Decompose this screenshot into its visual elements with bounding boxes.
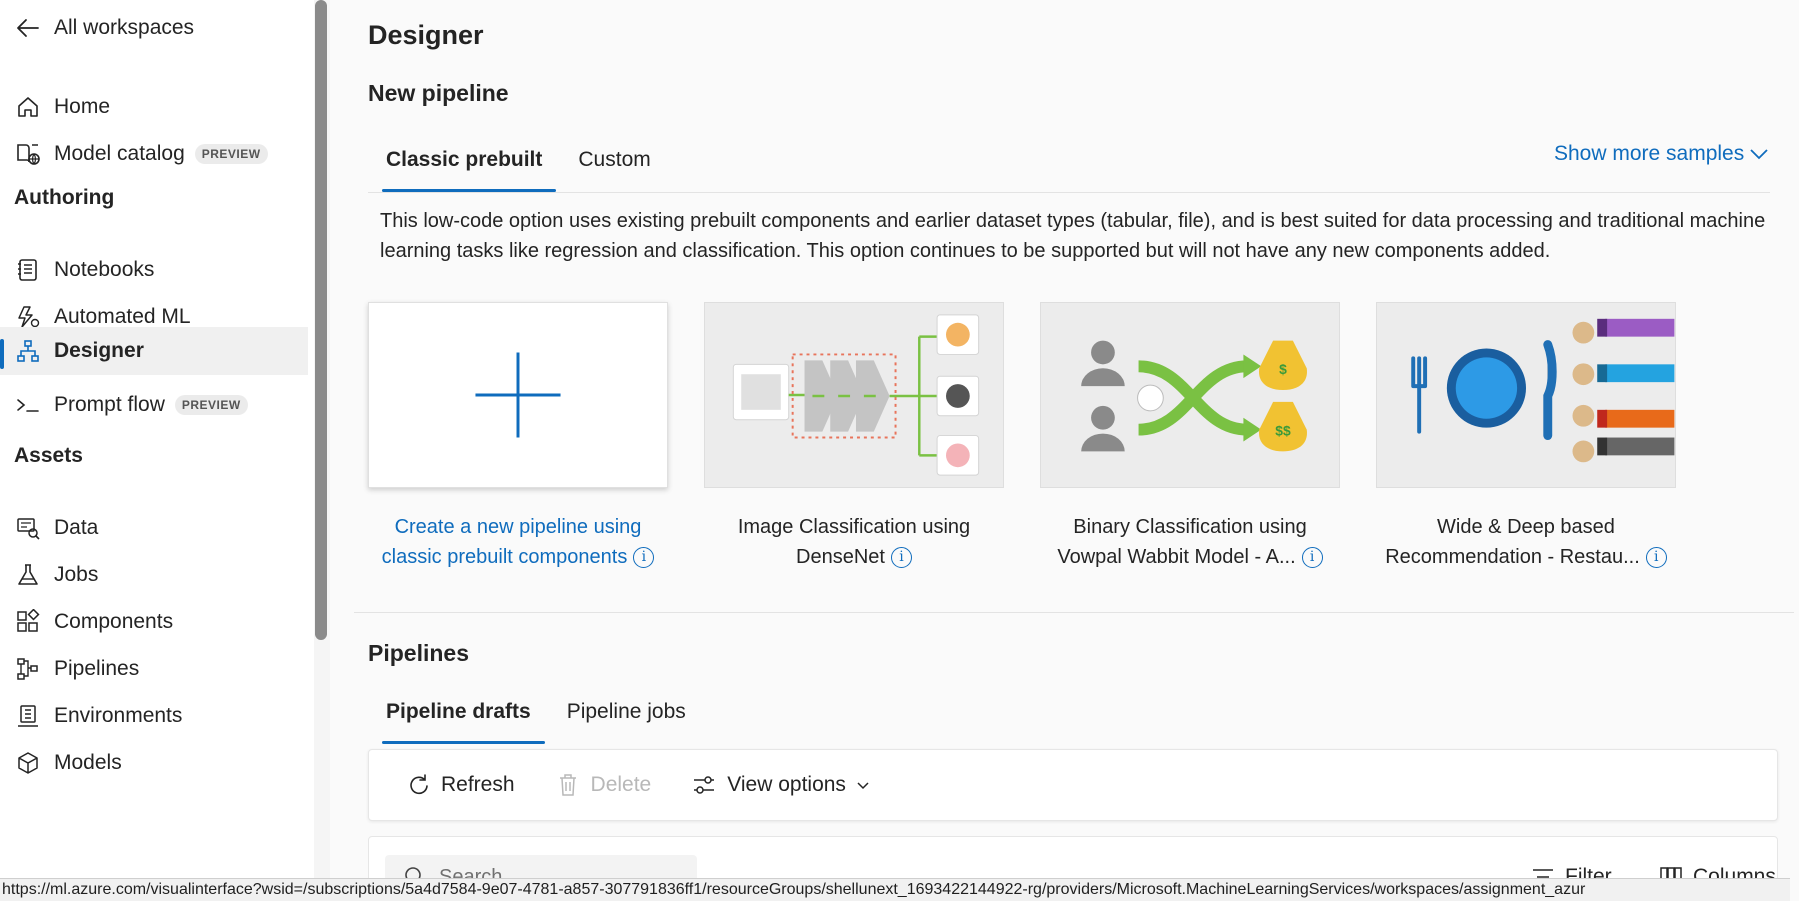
card-caption-line: DenseNet [796,546,885,568]
all-workspaces-link[interactable]: All workspaces [14,14,194,42]
sample-card-wide-deep[interactable] [1376,302,1676,488]
all-workspaces-label: All workspaces [54,16,195,39]
refresh-label: Refresh [441,773,515,796]
components-icon [14,608,42,636]
tab-pipeline-jobs[interactable]: Pipeline jobs [549,692,704,744]
card-caption-line: Recommendation - Restau... [1385,546,1640,568]
sidebar-item-label: Jobs [54,563,99,586]
info-icon[interactable]: i [890,547,912,569]
wide-deep-caption: Wide & Deep based Recommendation - Resta… [1366,512,1686,572]
page-title: Designer [368,20,484,50]
show-more-label: Show more samples [1554,142,1745,165]
sidebar-item-components[interactable]: Components [0,595,308,649]
card-caption-line: classic prebuilt components [381,546,628,568]
binary-classification-caption: Binary Classification using Vowpal Wabbi… [1030,512,1350,572]
environment-icon [14,702,42,730]
sample-card-binary-classification[interactable]: $ $$ [1040,302,1340,488]
sidebar-item-jobs[interactable]: Jobs [0,548,308,602]
sidebar-item-label: Model catalog [54,142,185,165]
preview-badge: PREVIEW [174,395,248,415]
section-authoring: Authoring [14,186,115,209]
refresh-icon [410,774,428,795]
main-content: Designer New pipeline Classic prebuilt C… [330,0,1799,901]
flask-icon [14,561,42,589]
create-pipeline-card[interactable] [368,302,668,488]
sidebar-item-label: Data [54,516,99,539]
section-assets: Assets [14,444,83,467]
designer-icon [14,337,42,365]
sidebar-item-label: Environments [54,704,183,727]
plus-icon [475,352,561,438]
create-pipeline-caption[interactable]: Create a new pipeline using classic preb… [358,512,678,572]
data-icon [14,514,42,542]
new-pipeline-heading: New pipeline [368,80,509,106]
chevron-down-icon [1750,149,1768,160]
delete-button[interactable]: Delete [555,772,652,798]
sidebar-item-label: Home [54,95,111,118]
pipelines-heading: Pipelines [368,640,469,666]
sidebar-item-home[interactable]: Home [0,80,308,134]
wide-deep-illustration [1377,303,1675,487]
sidebar-item-prompt-flow[interactable]: Prompt flow PREVIEW [0,378,308,432]
arrow-left-icon [17,19,39,37]
pipelines-tabs: Pipeline drafts Pipeline jobs [368,692,704,744]
info-icon[interactable]: i [1645,547,1667,569]
info-icon[interactable]: i [1301,547,1323,569]
sidebar-item-data[interactable]: Data [0,501,308,555]
trash-icon [559,774,576,796]
book-globe-icon [14,140,42,168]
show-more-samples-link[interactable]: Show more samples [1554,142,1770,166]
preview-badge: PREVIEW [194,144,268,164]
sidebar-item-model-catalog[interactable]: Model catalog PREVIEW [0,127,308,181]
sample-card-image-classification[interactable] [704,302,1004,488]
prompt-icon [14,391,42,419]
delete-label: Delete [590,773,652,796]
sidebar-item-label: Components [54,610,174,633]
left-nav: All workspaces Home Model catalog PREVIE… [0,0,314,901]
tab-classic-prebuilt[interactable]: Classic prebuilt [368,140,560,192]
status-bar-url: https://ml.azure.com/visualinterface?wsi… [0,878,1790,901]
sidebar-item-designer[interactable]: Designer [0,327,308,375]
pipeline-icon [14,655,42,683]
binary-classification-illustration: $ $$ [1041,303,1339,487]
tabs-divider [368,192,1770,193]
section-divider [354,612,1794,613]
sidebar-item-environments[interactable]: Environments [0,689,308,743]
notebook-icon [14,256,42,284]
sidebar-item-label: Models [54,751,122,774]
cube-icon [14,749,42,777]
svg-text:$: $ [1279,361,1287,377]
tab-custom[interactable]: Custom [560,140,668,192]
image-classification-caption: Image Classification using DenseNet i [694,512,1014,572]
card-caption-line: Binary Classification using [1073,516,1307,538]
sidebar-item-pipelines[interactable]: Pipelines [0,642,308,696]
svg-text:$$: $$ [1275,423,1291,439]
sidebar-item-label: Pipelines [54,657,140,680]
info-icon[interactable]: i [633,547,655,569]
card-caption-line: Create a new pipeline using [394,516,642,538]
pipeline-type-tabs: Classic prebuilt Custom [368,140,669,192]
sidebar-item-models[interactable]: Models [0,736,308,790]
image-classification-illustration [705,303,1003,487]
classic-description: This low-code option uses existing prebu… [380,210,1766,262]
sidebar-item-label: Automated ML [54,305,191,328]
home-icon [14,93,42,121]
card-caption-line: Vowpal Wabbit Model - A... [1057,546,1296,568]
sidebar-item-notebooks[interactable]: Notebooks [0,243,308,297]
sidebar-scrollbar-thumb[interactable] [315,0,327,640]
chevron-down-icon [857,782,869,790]
pipelines-toolbar: Refresh Delete View options [368,749,1778,821]
card-caption-line: Wide & Deep based [1437,516,1615,538]
sidebar-item-label: Prompt flow [54,393,165,416]
view-options-label: View options [727,773,846,796]
tab-pipeline-drafts[interactable]: Pipeline drafts [368,692,549,744]
view-options-button[interactable]: View options [691,772,870,798]
refresh-button[interactable]: Refresh [405,772,515,798]
sliders-icon [694,776,715,794]
sidebar-item-label: Notebooks [54,258,155,281]
sidebar-item-label: Designer [54,339,144,362]
card-caption-line: Image Classification using [737,516,971,538]
